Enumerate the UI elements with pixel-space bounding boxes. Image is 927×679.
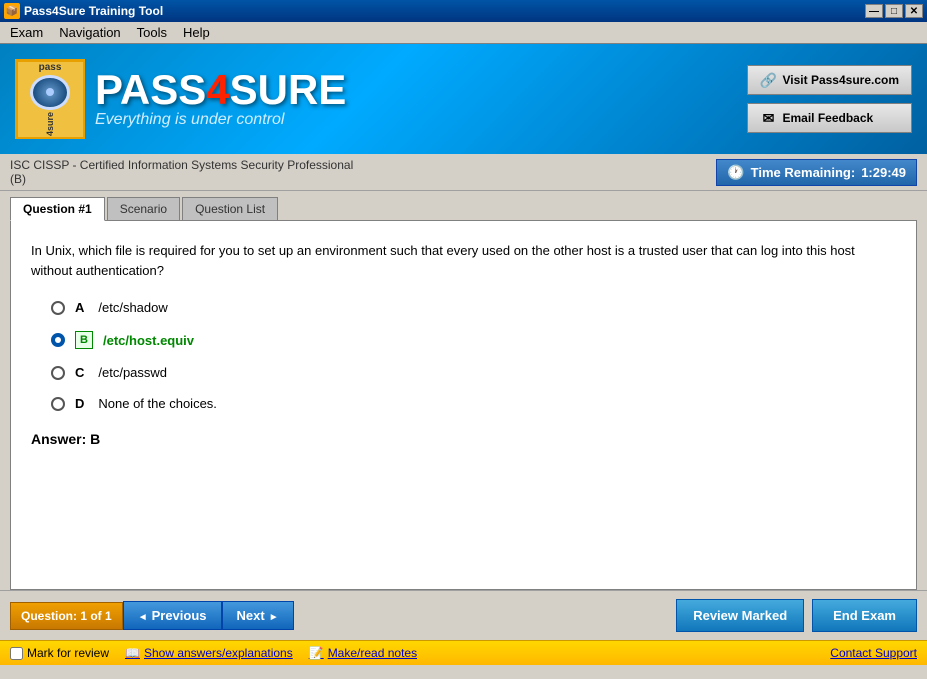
email-feedback-button[interactable]: ✉ Email Feedback <box>747 103 912 133</box>
footer-left: Mark for review 📖 Show answers/explanati… <box>10 646 417 660</box>
visit-website-button[interactable]: 🔗 Visit Pass4sure.com <box>747 65 912 95</box>
book-icon: 📖 <box>125 646 140 660</box>
logo-box: pass 4sure <box>15 59 85 139</box>
option-c[interactable]: C /etc/passwd <box>51 365 896 380</box>
question-counter: Question: 1 of 1 <box>10 602 123 630</box>
exam-subtitle: (B) <box>10 172 353 186</box>
option-b-label-box: B <box>75 331 93 349</box>
bottom-navigation: Question: 1 of 1 Previous Next Review Ma… <box>0 590 927 640</box>
previous-arrow-icon <box>138 608 148 623</box>
tabs-bar: Question #1 Scenario Question List <box>0 191 927 220</box>
mark-for-review-checkbox[interactable]: Mark for review <box>10 646 109 660</box>
option-b[interactable]: B /etc/host.equiv <box>51 331 896 349</box>
maximize-button[interactable]: □ <box>885 4 903 18</box>
footer-bar: Mark for review 📖 Show answers/explanati… <box>0 640 927 665</box>
option-d-text: None of the choices. <box>98 396 217 411</box>
end-exam-button[interactable]: End Exam <box>812 599 917 632</box>
note-icon: 📝 <box>309 646 324 660</box>
option-d-radio[interactable] <box>51 397 65 411</box>
menu-help[interactable]: Help <box>177 23 216 42</box>
option-b-radio[interactable] <box>51 333 65 347</box>
time-remaining-value: 1:29:49 <box>861 165 906 180</box>
close-button[interactable]: ✕ <box>905 4 923 18</box>
next-arrow-icon <box>269 608 279 623</box>
mark-for-review-input[interactable] <box>10 647 23 660</box>
clock-icon: 🕐 <box>727 164 744 181</box>
option-b-text: /etc/host.equiv <box>103 333 194 348</box>
option-a[interactable]: A /etc/shadow <box>51 300 896 315</box>
email-icon: ✉ <box>760 110 776 126</box>
option-c-radio[interactable] <box>51 366 65 380</box>
question-text: In Unix, which file is required for you … <box>31 241 896 280</box>
header-action-buttons: 🔗 Visit Pass4sure.com ✉ Email Feedback <box>747 65 912 133</box>
exam-info-bar: ISC CISSP - Certified Information System… <box>0 154 927 191</box>
answer-value: B <box>90 431 100 447</box>
time-remaining-label: Time Remaining: <box>751 165 856 180</box>
option-d-label: D <box>75 396 84 411</box>
title-bar-text: Pass4Sure Training Tool <box>24 4 163 18</box>
option-a-label: A <box>75 300 84 315</box>
title-bar: 📦 Pass4Sure Training Tool — □ ✕ <box>0 0 927 22</box>
tab-question1[interactable]: Question #1 <box>10 197 105 221</box>
answer-display: Answer: B <box>31 431 896 447</box>
tab-question-list[interactable]: Question List <box>182 197 278 220</box>
menu-tools[interactable]: Tools <box>131 23 173 42</box>
header: pass 4sure PASS4SURE Everything is under… <box>0 44 927 154</box>
answer-label: Answer: <box>31 431 86 447</box>
nav-right-group: Review Marked End Exam <box>676 599 917 632</box>
logo-text: PASS4SURE Everything is under control <box>95 69 346 129</box>
time-remaining-display: 🕐 Time Remaining: 1:29:49 <box>716 159 917 186</box>
option-c-label: C <box>75 365 84 380</box>
tab-scenario[interactable]: Scenario <box>107 197 180 220</box>
options-list: A /etc/shadow B /etc/host.equiv C /etc/p… <box>51 300 896 411</box>
next-button[interactable]: Next <box>222 601 294 630</box>
window-controls: — □ ✕ <box>865 4 923 18</box>
menu-bar: Exam Navigation Tools Help <box>0 22 927 44</box>
show-answers-link[interactable]: 📖 Show answers/explanations <box>125 646 293 660</box>
mark-for-review-label: Mark for review <box>27 646 109 660</box>
logo-area: pass 4sure PASS4SURE Everything is under… <box>15 59 346 139</box>
review-marked-button[interactable]: Review Marked <box>676 599 804 632</box>
brand-tagline: Everything is under control <box>95 111 346 129</box>
previous-button[interactable]: Previous <box>123 601 222 630</box>
menu-exam[interactable]: Exam <box>4 23 49 42</box>
exam-title: ISC CISSP - Certified Information System… <box>10 158 353 172</box>
brand-name: PASS4SURE <box>95 69 346 111</box>
option-a-radio[interactable] <box>51 301 65 315</box>
app-icon: 📦 <box>4 3 20 19</box>
external-link-icon: 🔗 <box>760 72 776 88</box>
question-area: In Unix, which file is required for you … <box>10 220 917 590</box>
menu-navigation[interactable]: Navigation <box>53 23 126 42</box>
option-c-text: /etc/passwd <box>98 365 167 380</box>
make-read-notes-link[interactable]: 📝 Make/read notes <box>309 646 417 660</box>
minimize-button[interactable]: — <box>865 4 883 18</box>
nav-left-group: Question: 1 of 1 Previous Next <box>10 601 294 630</box>
option-d[interactable]: D None of the choices. <box>51 396 896 411</box>
contact-support-link[interactable]: Contact Support <box>830 646 917 660</box>
option-a-text: /etc/shadow <box>98 300 167 315</box>
